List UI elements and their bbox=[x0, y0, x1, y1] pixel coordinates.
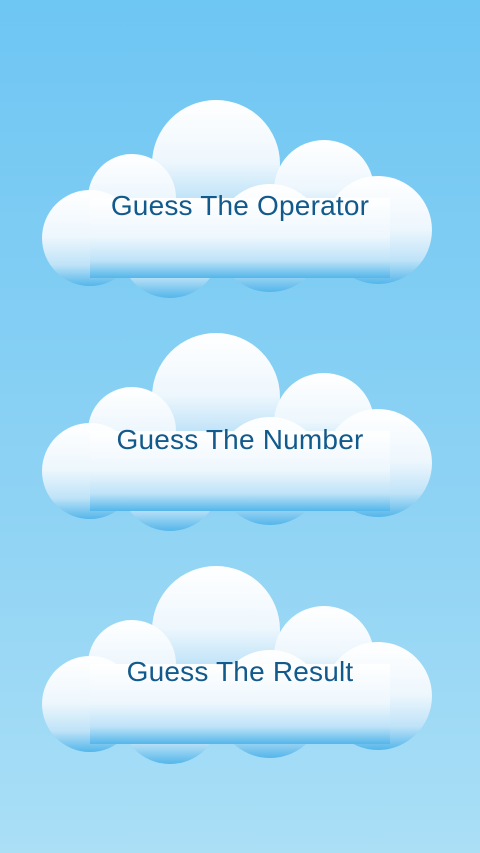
guess-the-operator-button[interactable]: Guess The Operator bbox=[40, 98, 440, 298]
guess-the-operator-label: Guess The Operator bbox=[110, 190, 370, 221]
guess-the-number-label: Guess The Number bbox=[116, 424, 364, 455]
guess-the-number-button[interactable]: Guess The Number bbox=[40, 331, 440, 531]
game-menu: Guess The Operator Guess The Number Gues… bbox=[0, 0, 480, 853]
guess-the-result-button[interactable]: Guess The Result bbox=[40, 564, 440, 764]
guess-the-result-label: Guess The Result bbox=[126, 656, 354, 687]
